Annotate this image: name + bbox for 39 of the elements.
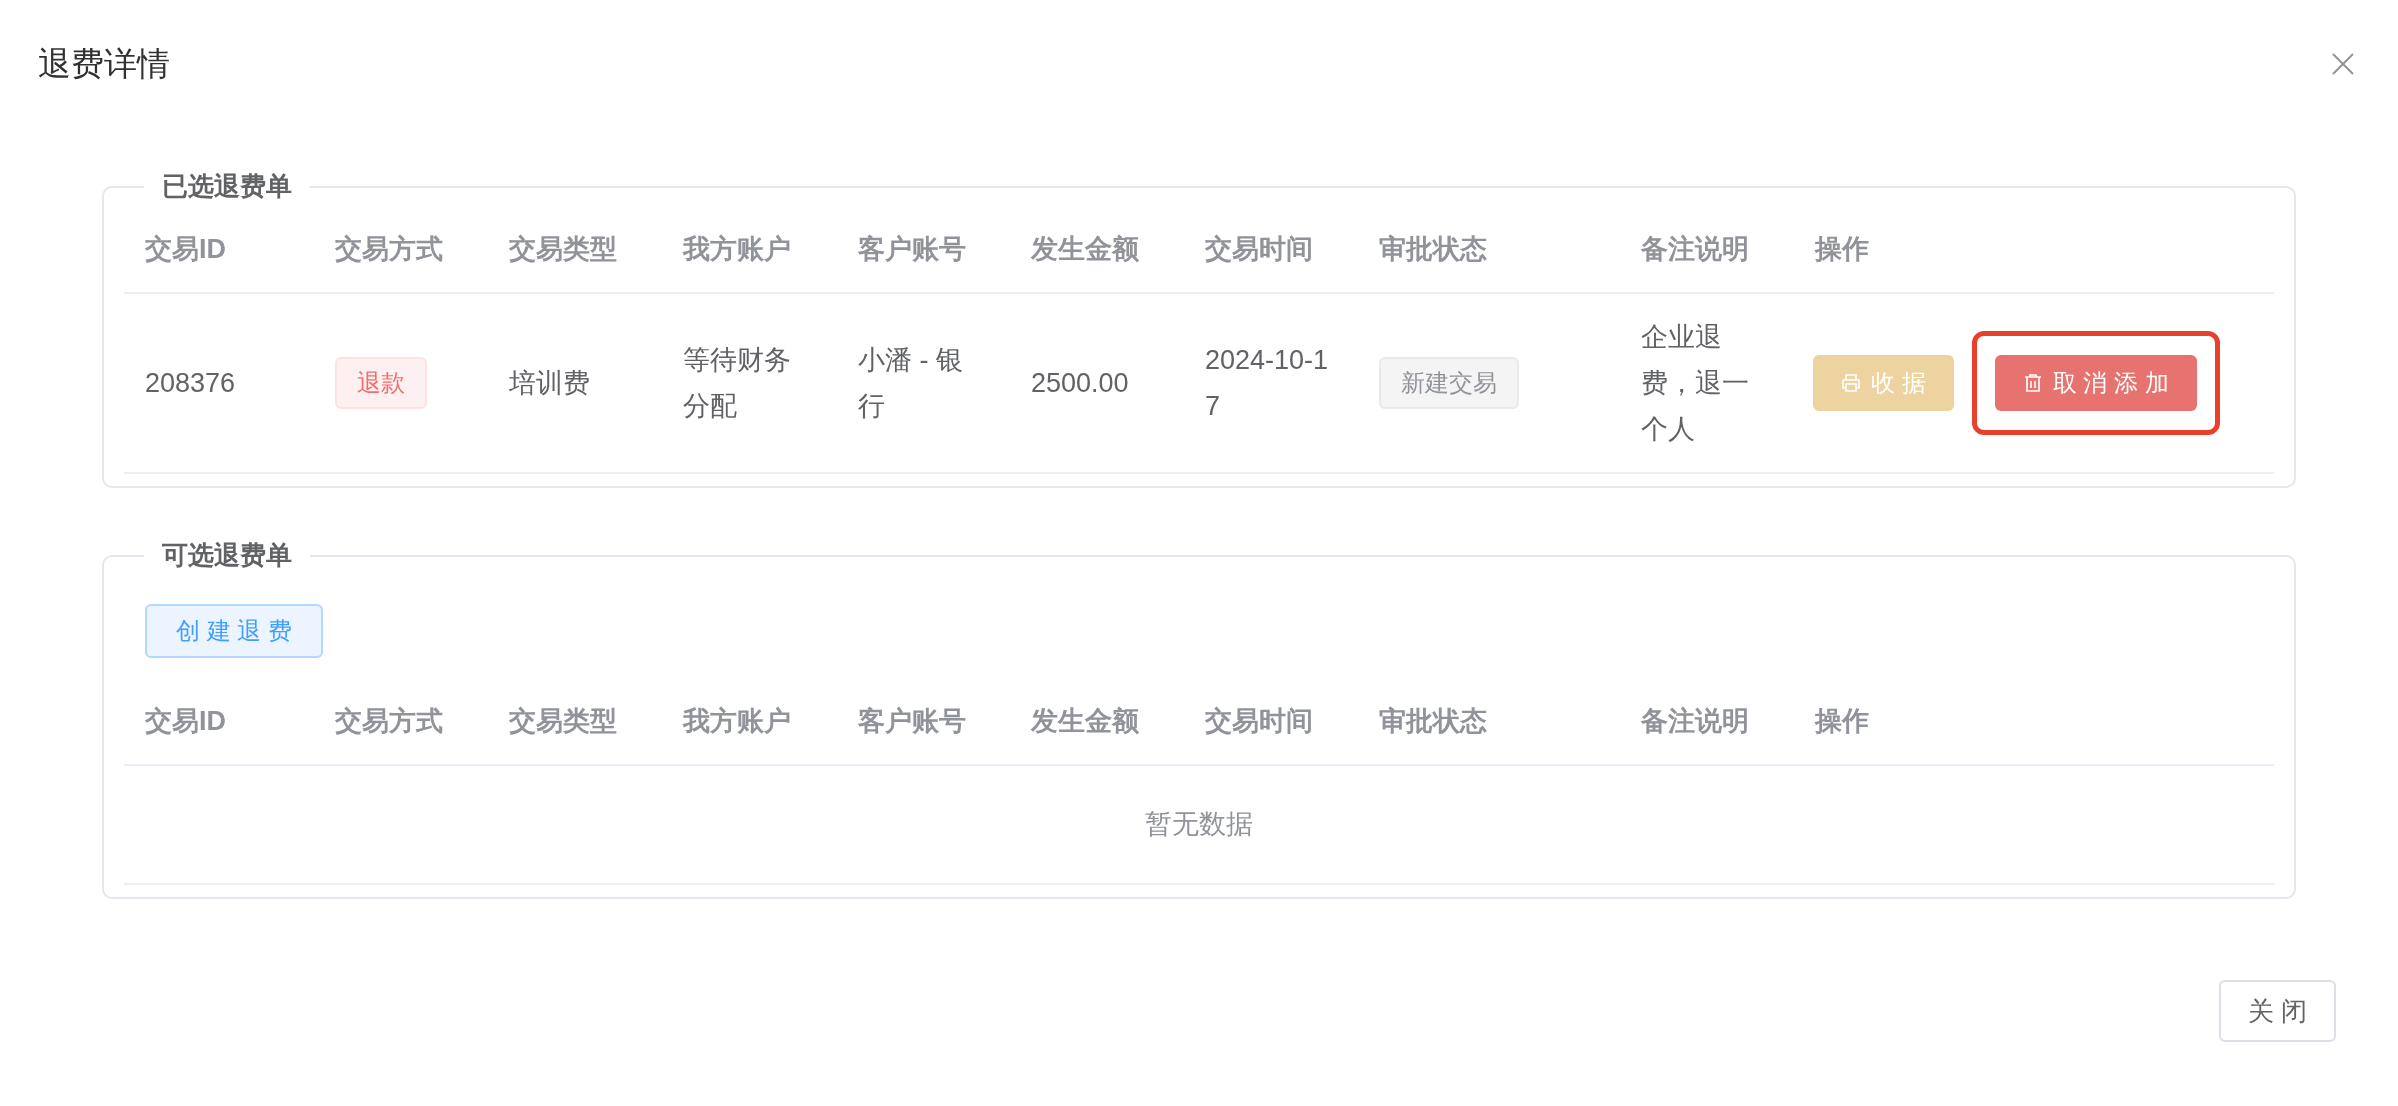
trash-icon [2022,373,2043,393]
column-header: 我方账户 [683,705,791,736]
table-cell-text: 企业退费，退一个人 [1641,321,1750,446]
column-header: 交易ID [145,705,226,736]
column-header: 审批状态 [1379,233,1487,264]
column-header: 审批状态 [1379,705,1487,736]
column-header: 交易时间 [1205,705,1313,736]
close-button[interactable]: 关 闭 [2219,980,2336,1042]
column-header: 发生金额 [1031,705,1139,736]
table-cell-text: 2024-10-17 [1205,344,1330,423]
column-header: 交易方式 [335,233,443,264]
table-cell-text: 2500.00 [1031,367,1130,400]
table-cell-text: 208376 [145,367,237,400]
table-cell-text: 小潘 - 银行 [858,344,964,423]
status-tag: 新建交易 [1379,357,1519,409]
column-header: 交易方式 [335,705,443,736]
printer-icon [1841,373,1861,393]
column-header: 交易类型 [509,233,617,264]
dialog-title: 退费详情 [38,44,170,85]
column-header: 备注说明 [1641,705,1749,736]
table-cell-text: 培训费 [509,367,591,400]
column-header: 交易时间 [1205,233,1313,264]
column-header: 发生金额 [1031,233,1139,264]
column-header: 交易ID [145,233,226,264]
section-legend: 可选退费单 [144,536,310,575]
status-tag: 退款 [335,357,427,409]
column-header: 操作 [1815,705,1869,736]
column-header: 我方账户 [683,233,791,264]
table-cell-text: 等待财务分配 [683,344,792,423]
close-icon[interactable] [2330,51,2356,77]
column-header: 交易类型 [509,705,617,736]
column-header: 操作 [1815,233,1869,264]
create-refund-button[interactable]: 创 建 退 费 [145,604,323,658]
column-header: 客户账号 [858,705,966,736]
empty-text: 暂无数据 [1145,808,1253,842]
column-header: 备注说明 [1641,233,1749,264]
section-legend: 已选退费单 [144,167,310,206]
cancel-add-button[interactable]: 取 消 添 加 [1994,355,2197,411]
column-header: 客户账号 [858,233,966,264]
